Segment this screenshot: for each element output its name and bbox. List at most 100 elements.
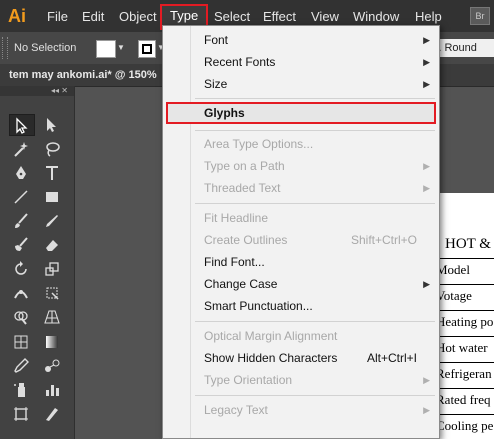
fill-dropdown-icon[interactable]: ▼ xyxy=(116,40,126,56)
menu-item-label: Recent Fonts xyxy=(204,55,276,69)
menu-select[interactable]: Select xyxy=(214,9,250,24)
menu-help[interactable]: Help xyxy=(415,9,442,24)
submenu-arrow-icon: ▶ xyxy=(423,35,430,45)
menu-item-smart-punctuation[interactable]: Smart Punctuation... xyxy=(163,295,439,317)
line-segment-tool[interactable] xyxy=(9,186,35,208)
fill-swatch[interactable] xyxy=(96,40,116,58)
menu-item-label: Fit Headline xyxy=(204,211,269,225)
menu-item-change-case[interactable]: Change Case ▶ xyxy=(163,273,439,295)
menu-item-label: Show Hidden Characters xyxy=(204,351,338,365)
table-row: Model xyxy=(433,258,494,282)
menu-separator xyxy=(195,395,435,396)
column-graph-tool[interactable] xyxy=(40,379,66,401)
gradient-tool[interactable] xyxy=(40,331,66,353)
menu-item-optical-margin-alignment: Optical Margin Alignment xyxy=(163,325,439,347)
scale-tool[interactable] xyxy=(40,258,66,280)
menu-view[interactable]: View xyxy=(311,9,339,24)
menu-separator xyxy=(195,321,435,322)
perspective-grid-tool[interactable] xyxy=(40,306,66,328)
submenu-arrow-icon: ▶ xyxy=(423,183,430,193)
table-row: Votage xyxy=(433,284,494,308)
menu-item-label: Smart Punctuation... xyxy=(204,299,313,313)
menu-item-recent-fonts[interactable]: Recent Fonts ▶ xyxy=(163,51,439,73)
menu-item-label: Size xyxy=(204,77,228,91)
lasso-tool[interactable] xyxy=(40,138,66,160)
type-tool[interactable] xyxy=(40,162,66,184)
menu-item-glyphs[interactable]: Glyphs xyxy=(166,102,436,124)
eyedropper-tool[interactable] xyxy=(9,355,35,377)
menu-item-shortcut: Shift+Ctrl+O xyxy=(350,233,417,247)
menu-item-type-orientation: Type Orientation ▶ xyxy=(163,369,439,391)
menu-item-threaded-text: Threaded Text ▶ xyxy=(163,177,439,199)
artboard-tool[interactable] xyxy=(9,403,35,425)
magic-wand-tool[interactable] xyxy=(9,138,35,160)
bridge-button[interactable]: Br xyxy=(470,7,490,25)
menu-item-fit-headline: Fit Headline xyxy=(163,207,439,229)
menu-item-area-type-options: Area Type Options... xyxy=(163,133,439,155)
menu-item-create-outlines: Create Outlines Shift+Ctrl+O xyxy=(163,229,439,251)
menu-item-label: Threaded Text xyxy=(204,181,281,195)
menu-item-label: Area Type Options... xyxy=(204,137,314,151)
menu-item-label: Create Outlines xyxy=(204,233,288,247)
menu-separator xyxy=(195,130,435,131)
menu-item-label: Font xyxy=(204,33,229,47)
type-menu: Font ▶ Recent Fonts ▶ Size ▶ Glyphs Area Ty… xyxy=(162,25,440,439)
mesh-tool[interactable] xyxy=(9,331,35,353)
direct-selection-tool[interactable] xyxy=(40,114,66,136)
shape-builder-tool[interactable] xyxy=(9,306,35,328)
slice-tool[interactable] xyxy=(40,403,66,425)
collapse-icon[interactable]: ◂◂ ✕ xyxy=(51,86,74,95)
menu-item-label: Glyphs xyxy=(204,106,245,120)
submenu-arrow-icon: ▶ xyxy=(423,161,430,171)
free-transform-tool[interactable] xyxy=(40,282,66,304)
table-row: Rated freq xyxy=(433,388,494,412)
rectangle-tool[interactable] xyxy=(40,186,66,208)
submenu-arrow-icon: ▶ xyxy=(423,57,430,67)
pen-tool[interactable] xyxy=(9,162,35,184)
app-logo: Ai xyxy=(8,6,26,26)
menu-item-find-font[interactable]: Find Font... xyxy=(163,251,439,273)
menu-item-label: Type Orientation xyxy=(204,373,293,387)
menu-item-type-on-a-path: Type on a Path ▶ xyxy=(163,155,439,177)
artboard-heading: HOT & xyxy=(445,236,491,252)
menu-item-show-hidden-characters[interactable]: Show Hidden Characters Alt+Ctrl+I xyxy=(163,347,439,369)
menu-separator xyxy=(195,98,435,99)
menu-item-label: Legacy Text xyxy=(204,403,268,417)
table-row: Cooling pe xyxy=(433,414,494,438)
grip-handle[interactable] xyxy=(2,37,8,59)
menu-item-shortcut: Alt+Ctrl+I xyxy=(366,351,417,365)
table-row: Refrigeran xyxy=(433,362,494,386)
menu-item-font[interactable]: Font ▶ xyxy=(163,29,439,51)
blend-tool[interactable] xyxy=(40,355,66,377)
submenu-arrow-icon: ▶ xyxy=(423,79,430,89)
tools-panel-header[interactable]: ◂◂ ✕ xyxy=(0,86,74,96)
menu-item-label: Optical Margin Alignment xyxy=(204,329,338,343)
blob-brush-tool[interactable] xyxy=(9,234,35,256)
submenu-arrow-icon: ▶ xyxy=(423,375,430,385)
menu-item-label: Type on a Path xyxy=(204,159,285,173)
table-row: Heating po xyxy=(433,310,494,334)
submenu-arrow-icon: ▶ xyxy=(423,405,430,415)
pencil-tool[interactable] xyxy=(40,210,66,232)
width-tool[interactable] xyxy=(9,282,35,304)
menu-edit[interactable]: Edit xyxy=(82,9,104,24)
menu-file[interactable]: File xyxy=(47,9,68,24)
menu-object[interactable]: Object xyxy=(119,9,157,24)
menu-item-label: Change Case xyxy=(204,277,278,291)
menu-item-legacy-text: Legacy Text ▶ xyxy=(163,399,439,421)
menu-item-label: Find Font... xyxy=(204,255,265,269)
symbol-sprayer-tool[interactable] xyxy=(9,379,35,401)
stroke-swatch[interactable] xyxy=(138,40,156,58)
menu-effect[interactable]: Effect xyxy=(263,9,296,24)
menu-separator xyxy=(195,203,435,204)
menu-window[interactable]: Window xyxy=(353,9,399,24)
selection-tool[interactable] xyxy=(9,114,35,136)
table-row: Hot water xyxy=(433,336,494,360)
submenu-arrow-icon: ▶ xyxy=(423,279,430,289)
eraser-tool[interactable] xyxy=(40,234,66,256)
paintbrush-tool[interactable] xyxy=(9,210,35,232)
selection-status: No Selection xyxy=(14,42,77,54)
rotate-tool[interactable] xyxy=(9,258,35,280)
tools-panel: ◂◂ ✕ xyxy=(0,86,75,439)
menu-item-size[interactable]: Size ▶ xyxy=(163,73,439,95)
